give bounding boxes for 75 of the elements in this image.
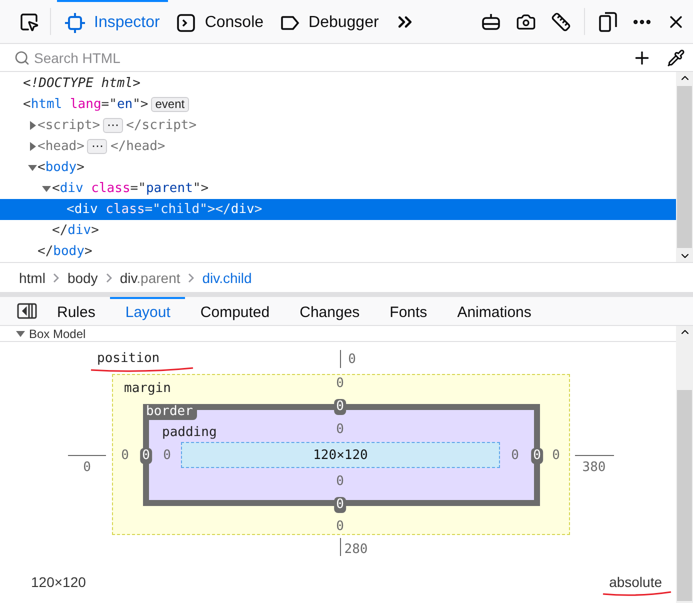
padding-value[interactable]: 0 — [511, 449, 519, 463]
sidebar-tab[interactable]: Fonts — [374, 297, 442, 325]
sidebar-tab[interactable]: Layout — [110, 297, 186, 325]
position-value[interactable]: 0 — [83, 461, 91, 475]
padding-value[interactable]: 0 — [163, 449, 171, 463]
underline-mark — [602, 590, 672, 596]
position-type: absolute — [609, 574, 662, 590]
breadcrumb[interactable]: div.child — [202, 270, 252, 286]
breadcrumb[interactable]: body — [67, 270, 98, 286]
content-size[interactable]: 120×120 — [181, 442, 500, 468]
padding-label: padding — [162, 425, 217, 440]
markup-tag: </div> — [52, 223, 99, 238]
margin-value[interactable]: 0 — [336, 520, 344, 534]
chevron-icon — [106, 272, 112, 282]
position-value[interactable]: 380 — [582, 461, 606, 475]
margin-value[interactable]: 0 — [121, 449, 129, 463]
node-badge[interactable]: ⋯ — [87, 139, 108, 154]
toolbar-tab[interactable]: Inspector — [57, 0, 168, 43]
markup-line[interactable]: <script> ⋯ </script> — [0, 115, 676, 136]
position-value[interactable]: 280 — [344, 543, 368, 557]
markup-tag: </head> — [110, 139, 166, 154]
node-badge[interactable]: ⋯ — [103, 118, 124, 133]
border-value[interactable]: 0 — [140, 448, 152, 464]
expanded-arrow-icon[interactable] — [28, 163, 36, 172]
markup-tag: <body> — [38, 160, 84, 175]
tag-icon — [280, 14, 300, 30]
position-value[interactable]: 0 — [348, 353, 356, 367]
scrollbar[interactable] — [676, 72, 693, 262]
scrollbar[interactable] — [676, 326, 693, 603]
collapsed-arrow-icon[interactable] — [28, 142, 36, 151]
padding-value[interactable]: 0 — [336, 475, 344, 489]
section-heading[interactable]: Box Model — [29, 326, 86, 340]
markup-tag: <script> — [38, 118, 100, 133]
breadcrumb[interactable]: html — [19, 270, 46, 286]
markup-tag: <html lang="en"> — [23, 97, 148, 112]
node-badge[interactable]: event — [151, 97, 189, 112]
toolbar-tab[interactable]: Console — [168, 0, 272, 43]
markup-tag: <div class="child"></div> — [66, 202, 262, 217]
padding-value[interactable]: 0 — [336, 423, 344, 437]
border-value[interactable]: 0 — [334, 497, 346, 513]
console-icon — [176, 12, 196, 32]
markup-line[interactable]: <body> — [0, 157, 676, 178]
chevron-icon — [53, 272, 60, 282]
markup-tag: <!DOCTYPE html> — [23, 76, 140, 91]
position-line — [340, 350, 341, 368]
position-line — [340, 538, 341, 556]
position-line — [575, 455, 614, 456]
markup-tag: </body> — [38, 244, 92, 259]
chevron-icon — [188, 272, 194, 282]
sidebar-tab[interactable]: Animations — [442, 297, 546, 325]
margin-value[interactable]: 0 — [336, 377, 344, 391]
markup-line[interactable]: <html lang="en"> event — [0, 94, 676, 115]
sidebar-tab[interactable]: Rules — [42, 297, 110, 325]
markup-tag: <div class="parent"> — [52, 181, 209, 196]
breadcrumb[interactable]: div.parent — [120, 270, 180, 286]
position-label: position — [97, 351, 160, 366]
sidebar-tab[interactable]: Computed — [185, 297, 285, 325]
margin-value[interactable]: 0 — [552, 449, 560, 463]
border-value[interactable]: 0 — [531, 448, 543, 464]
collapsed-arrow-icon[interactable] — [28, 121, 36, 130]
search-icon — [14, 50, 30, 66]
toolbar-tab[interactable]: Debugger — [272, 0, 387, 43]
markup-line[interactable]: <div class="parent"> — [0, 178, 676, 199]
inspector-icon — [65, 12, 85, 32]
sidebar-tab[interactable]: Changes — [284, 297, 375, 325]
border-value[interactable]: 0 — [334, 399, 346, 415]
margin-label: margin — [124, 381, 171, 396]
element-size: 120×120 — [31, 574, 86, 590]
expanded-arrow-icon[interactable] — [42, 184, 51, 193]
position-line — [68, 455, 106, 456]
expanded-arrow-icon[interactable] — [16, 329, 25, 338]
markup-tag: <head> — [38, 139, 84, 154]
markup-line[interactable]: <!DOCTYPE html> — [0, 73, 676, 94]
markup-tag: </script> — [126, 118, 197, 133]
markup-line[interactable]: <head> ⋯ </head> — [0, 136, 676, 157]
